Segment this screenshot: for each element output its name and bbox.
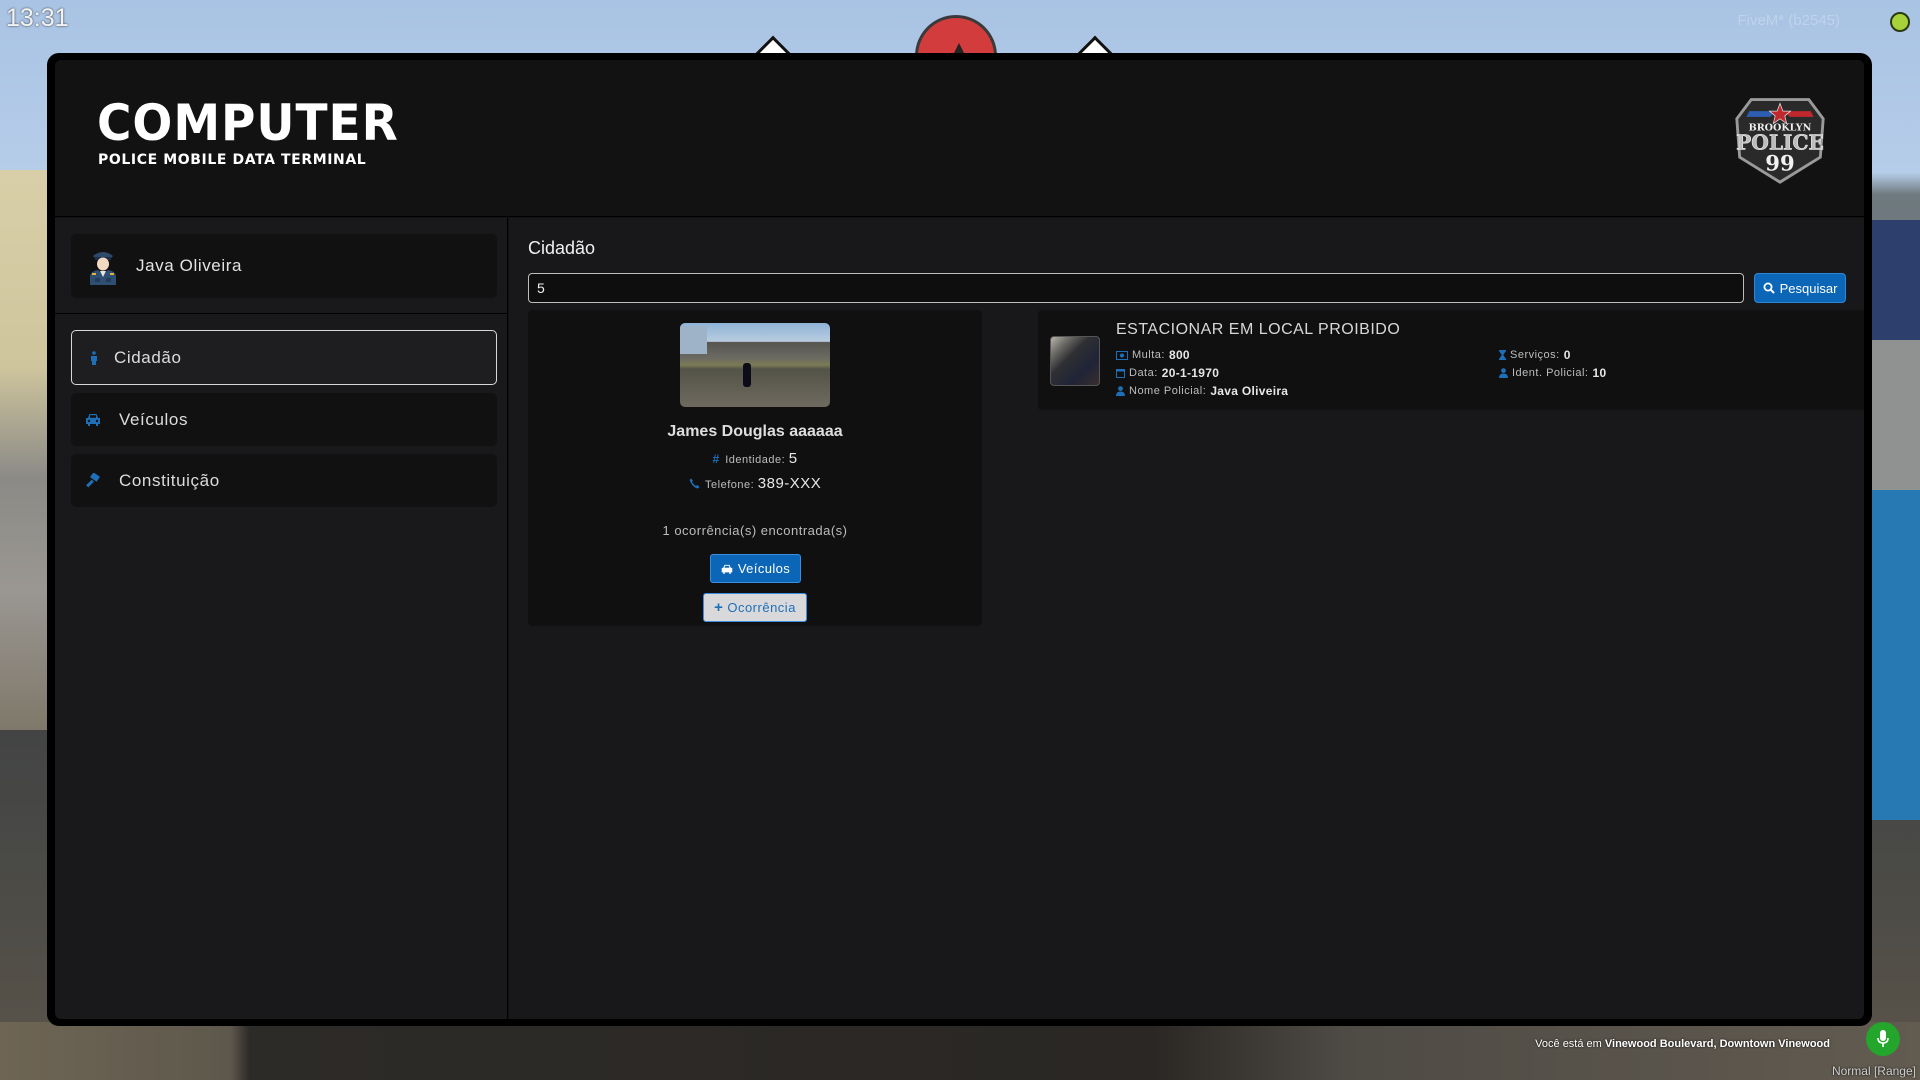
gavel-icon [83, 472, 103, 490]
citizen-photo [680, 323, 830, 407]
fine-value: 800 [1168, 348, 1190, 362]
sidebar-item-constituicao[interactable]: Constituição [71, 454, 497, 507]
services-label: Serviços: [1510, 349, 1560, 361]
citizen-phone-value: 389-XXX [757, 475, 822, 492]
citizen-id-row: # Identidade: 5 [528, 450, 982, 467]
occurrence-title: ESTACIONAR EM LOCAL PROIBIDO [1116, 321, 1401, 338]
terminal-header: COMPUTER POLICE MOBILE DATA TERMINAL BRO… [55, 60, 1864, 217]
plus-icon: + [714, 599, 724, 616]
background-wall [1870, 340, 1920, 490]
officer-name-value: Java Oliveira [1210, 384, 1289, 398]
client-label: FiveM* (b2545) [1737, 12, 1840, 29]
sidebar: Java Oliveira Cidadão Veículos Constitui… [55, 218, 508, 1019]
phone-icon [689, 478, 700, 489]
sidebar-divider [55, 313, 507, 314]
game-clock: 13:31 [6, 4, 69, 32]
microphone-icon [1866, 1022, 1900, 1056]
search-input[interactable] [528, 273, 1744, 303]
app-title: COMPUTER [97, 94, 399, 152]
police-terminal-window: COMPUTER POLICE MOBILE DATA TERMINAL BRO… [47, 53, 1872, 1026]
fivem-icon [1890, 12, 1910, 32]
occurrence-fine: Multa: 800 [1116, 348, 1190, 362]
occurrence-services: Serviços: 0 [1499, 348, 1571, 362]
officer-name-label: Nome Policial: [1129, 385, 1207, 397]
date-label: Data: [1129, 367, 1158, 379]
background-road [0, 1022, 1920, 1080]
sidebar-item-veiculos[interactable]: Veículos [71, 393, 497, 446]
hash-icon: # [712, 452, 720, 466]
occurrence-date: Data: 20-1-1970 [1116, 366, 1219, 380]
citizen-vehicles-label: Veículos [737, 561, 791, 576]
badge-line3: 99 [1765, 151, 1794, 176]
citizen-card: James Douglas aaaaaa # Identidade: 5 Tel… [528, 310, 982, 626]
sidebar-item-label: Veículos [119, 409, 189, 429]
officer-card: Java Oliveira [71, 234, 497, 298]
person-icon [84, 349, 104, 367]
officer-id-value: 10 [1592, 366, 1607, 380]
car-icon [721, 564, 733, 574]
main-panel: Cidadão Pesquisar James Douglas aaaaaa #… [509, 218, 1864, 1019]
search-button-label: Pesquisar [1779, 280, 1838, 296]
occurrence-officer-name: Nome Policial: Java Oliveira [1116, 384, 1288, 398]
background-poster [1870, 490, 1920, 820]
sidebar-item-cidadao[interactable]: Cidadão [71, 330, 497, 385]
background-scene-left [0, 170, 50, 730]
search-button[interactable]: Pesquisar [1754, 273, 1846, 303]
citizen-phone-row: Telefone: 389-XXX [528, 475, 982, 492]
add-occurrence-button[interactable]: + Ocorrência [703, 593, 807, 622]
background-sign [1870, 220, 1920, 340]
voice-mode-label: Normal [Range] [1831, 1064, 1916, 1078]
citizen-phone-label: Telefone: [705, 479, 755, 491]
fine-label: Multa: [1132, 349, 1165, 361]
officer-id-label: Ident. Policial: [1512, 367, 1589, 379]
user-icon [1499, 368, 1508, 378]
citizen-id-value: 5 [788, 450, 798, 467]
police-officer-icon [90, 252, 116, 285]
occurrence-item[interactable]: ESTACIONAR EM LOCAL PROIBIDO Multa: 800 … [1038, 310, 1864, 410]
citizen-id-label: Identidade: [725, 454, 786, 466]
occurrence-thumbnail [1050, 336, 1100, 386]
citizen-name: James Douglas aaaaaa [667, 423, 843, 440]
add-occurrence-label: Ocorrência [727, 600, 796, 615]
sidebar-item-label: Cidadão [114, 347, 182, 367]
citizen-vehicles-button[interactable]: Veículos [710, 554, 801, 583]
search-icon [1763, 282, 1775, 294]
location-prefix: Você está em [1535, 1038, 1602, 1050]
sidebar-item-label: Constituição [119, 470, 220, 490]
police-badge-logo: BROOKLYN POLICE 99 [1735, 98, 1825, 184]
location-readout: Você está em Vinewood Boulevard, Downtow… [1535, 1038, 1830, 1050]
page-title: Cidadão [528, 238, 596, 258]
services-value: 0 [1563, 348, 1571, 362]
user-icon [1116, 386, 1125, 396]
hourglass-icon [1499, 350, 1506, 360]
location-name: Vinewood Boulevard, Downtown Vinewood [1604, 1038, 1830, 1050]
date-value: 20-1-1970 [1161, 366, 1220, 380]
officer-name: Java Oliveira [136, 256, 243, 275]
sidebar-menu: Cidadão Veículos Constituição [71, 330, 497, 515]
occurrence-count: 1 ocorrência(s) encontrada(s) [662, 523, 848, 538]
app-subtitle: POLICE MOBILE DATA TERMINAL [98, 152, 367, 168]
car-icon [83, 411, 103, 429]
occurrence-officer-id: Ident. Policial: 10 [1499, 366, 1606, 380]
money-icon [1116, 350, 1128, 360]
calendar-icon [1116, 369, 1125, 378]
